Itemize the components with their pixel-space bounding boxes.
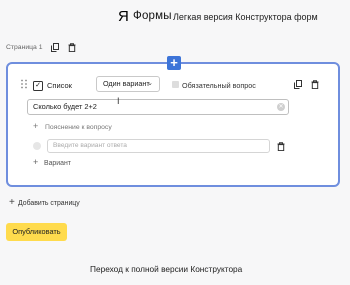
copy-question-icon[interactable] xyxy=(294,80,302,89)
page-title: Легкая версия Конструктора форм xyxy=(173,12,318,22)
plus-icon: + xyxy=(170,55,178,70)
add-variant-link[interactable]: Вариант xyxy=(44,160,71,167)
question-text-input[interactable]: Сколько будет 2+2 xyxy=(27,99,289,115)
plus-icon[interactable]: + xyxy=(33,157,38,167)
add-hint-link[interactable]: Пояснение к вопросу xyxy=(45,124,112,131)
question-type-label: Список xyxy=(47,81,72,90)
page-label: Страница 1 xyxy=(6,44,43,51)
add-page-link[interactable]: Добавить страницу xyxy=(18,200,80,207)
delete-question-icon[interactable] xyxy=(311,80,319,89)
full-version-link[interactable]: Переход к полной версии Конструктора xyxy=(90,264,242,274)
answer-mode-select[interactable]: Один вариант ⌄ xyxy=(96,76,160,92)
text-cursor-icon: I xyxy=(117,96,120,106)
checkbox-icon[interactable]: ✓ xyxy=(33,81,43,91)
plus-icon[interactable]: + xyxy=(9,197,15,208)
required-label: Обязательный вопрос xyxy=(182,81,256,90)
copy-page-icon[interactable] xyxy=(51,43,59,52)
drag-handle-icon[interactable] xyxy=(20,79,28,89)
publish-button[interactable]: Опубликовать xyxy=(6,223,67,241)
option-input[interactable]: Введите вариант ответа xyxy=(47,139,270,153)
answer-mode-value: Один вариант xyxy=(103,79,150,88)
radio-icon xyxy=(33,142,41,150)
add-question-button[interactable]: + xyxy=(167,56,181,70)
chevron-down-icon: ⌄ xyxy=(147,80,153,87)
logo-ya: Я xyxy=(118,8,129,25)
delete-page-icon[interactable] xyxy=(68,43,76,52)
plus-icon[interactable]: + xyxy=(33,121,38,131)
delete-option-icon[interactable] xyxy=(277,142,285,151)
clear-icon[interactable]: ✕ xyxy=(277,103,285,111)
required-checkbox[interactable] xyxy=(172,81,179,88)
logo-forms: Формы xyxy=(133,10,172,22)
